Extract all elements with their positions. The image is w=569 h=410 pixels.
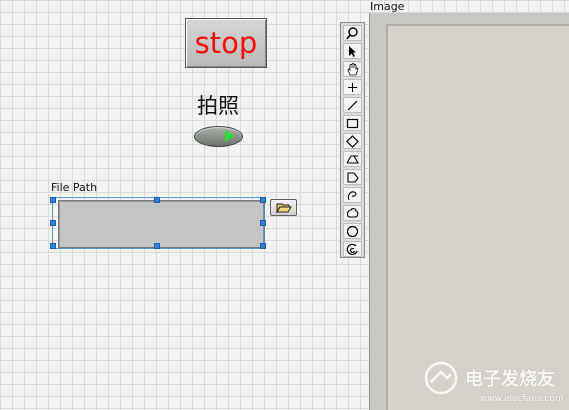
image-display-label: Image [370, 0, 405, 13]
image-display[interactable] [369, 13, 569, 410]
watermark-logo: 电子发烧友 [423, 360, 555, 396]
watermark-text: 电子发烧友 [465, 369, 555, 390]
crosshair-point-icon[interactable] [343, 79, 362, 95]
stop-button[interactable]: stop [185, 18, 267, 68]
select-arrow-icon[interactable] [343, 43, 362, 59]
freehand-region-icon[interactable] [343, 205, 362, 221]
file-path-label: File Path [51, 181, 98, 194]
browse-folder-button[interactable] [270, 199, 297, 216]
annulus-tool-icon[interactable] [343, 151, 362, 167]
resize-handle[interactable] [50, 197, 56, 203]
capture-button-label: 拍照 [197, 94, 239, 118]
watermark-logo-icon [424, 361, 458, 395]
resize-handle[interactable] [260, 197, 266, 203]
line-tool-icon[interactable] [343, 97, 362, 113]
image-canvas[interactable] [386, 24, 569, 410]
resize-handle[interactable] [50, 243, 56, 249]
annulus-arc-icon[interactable] [343, 241, 362, 257]
capture-button[interactable] [194, 126, 243, 147]
resize-handle[interactable] [154, 243, 160, 249]
freehand-tool-icon[interactable] [343, 187, 362, 203]
zoom-tool-icon[interactable] [343, 25, 362, 41]
play-indicator-icon [225, 130, 234, 142]
rectangle-tool-icon[interactable] [343, 115, 362, 131]
image-tools-palette [340, 22, 365, 258]
resize-handle[interactable] [50, 220, 56, 226]
pan-hand-icon[interactable] [343, 61, 362, 77]
rotated-rect-tool-icon[interactable] [343, 133, 362, 149]
watermark-url: www.elecfans.com [480, 394, 564, 404]
resize-handle[interactable] [260, 220, 266, 226]
polygon-tool-icon[interactable] [343, 169, 362, 185]
folder-open-icon [275, 203, 292, 213]
resize-handle[interactable] [154, 197, 160, 203]
file-path-field[interactable] [58, 200, 265, 248]
resize-handle[interactable] [260, 243, 266, 249]
oval-tool-icon[interactable] [343, 223, 362, 239]
